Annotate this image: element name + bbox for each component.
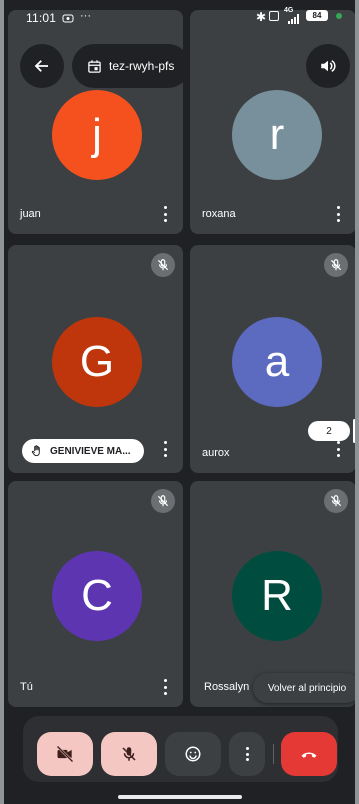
nfc-icon bbox=[269, 11, 279, 21]
participant-name: juan bbox=[20, 208, 41, 220]
speaker-button[interactable] bbox=[306, 44, 350, 88]
muted-mic-icon bbox=[324, 253, 348, 277]
avatar-self: C bbox=[52, 551, 142, 641]
avatar-genivieve: G bbox=[52, 317, 142, 407]
camera-off-icon bbox=[56, 745, 74, 763]
status-bar: 11:01 ··· ✱ 4G 84 bbox=[4, 0, 355, 30]
more-options-icon[interactable] bbox=[163, 441, 167, 457]
participant-name: Tú bbox=[20, 681, 33, 693]
more-options-icon[interactable] bbox=[336, 441, 340, 457]
call-controls-bar bbox=[23, 716, 338, 782]
participant-name: roxana bbox=[202, 208, 236, 220]
camera-toggle-button[interactable] bbox=[37, 732, 93, 776]
back-button[interactable] bbox=[20, 44, 64, 88]
avatar-rossalyn: R bbox=[232, 551, 322, 641]
more-options-icon[interactable] bbox=[163, 206, 167, 222]
more-options-button[interactable] bbox=[229, 732, 265, 776]
end-call-button[interactable] bbox=[281, 732, 337, 776]
arrow-left-icon bbox=[34, 60, 48, 72]
overflow-icon: ··· bbox=[80, 10, 91, 22]
hand-icon bbox=[30, 444, 44, 458]
calendar-icon bbox=[88, 59, 101, 73]
scrollbar[interactable] bbox=[353, 419, 355, 443]
volume-icon bbox=[321, 60, 336, 72]
bluetooth-icon: ✱ bbox=[256, 10, 267, 24]
home-indicator[interactable] bbox=[118, 795, 242, 799]
muted-mic-icon bbox=[151, 489, 175, 513]
control-divider bbox=[273, 744, 274, 764]
participant-name: aurox bbox=[202, 447, 230, 459]
meeting-code: tez-rwyh-pfs bbox=[109, 59, 175, 73]
scroll-badge: 2 bbox=[308, 421, 350, 441]
raised-hand-chip: GENIVIEVE MA... bbox=[22, 439, 144, 463]
avatar-roxana: r bbox=[232, 90, 322, 180]
avatar-juan: j bbox=[52, 90, 142, 180]
participant-tile-self[interactable]: C Tú bbox=[8, 481, 183, 707]
battery-indicator: 84 bbox=[306, 10, 328, 21]
participant-name: GENIVIEVE MA... bbox=[50, 445, 131, 457]
emoji-icon bbox=[185, 746, 201, 762]
avatar-aurox: a bbox=[232, 317, 322, 407]
meeting-info-pill[interactable]: tez-rwyh-pfs bbox=[72, 44, 190, 88]
meet-screen: j juan r roxana G GENIVIEVE MA... a auro… bbox=[4, 0, 355, 804]
privacy-dot-icon bbox=[336, 13, 342, 19]
mic-off-icon bbox=[122, 747, 136, 761]
participant-tile-genivieve[interactable]: G GENIVIEVE MA... bbox=[8, 245, 183, 473]
camera-status-icon bbox=[62, 12, 74, 26]
hang-up-icon bbox=[301, 752, 317, 758]
clock: 11:01 bbox=[26, 11, 57, 25]
muted-mic-icon bbox=[151, 253, 175, 277]
reactions-button[interactable] bbox=[165, 732, 221, 776]
mic-toggle-button[interactable] bbox=[101, 732, 157, 776]
more-vert-icon bbox=[245, 747, 249, 761]
signal-icon bbox=[288, 13, 302, 27]
muted-mic-icon bbox=[324, 489, 348, 513]
back-to-top-toast[interactable]: Volver al principio bbox=[253, 673, 355, 703]
more-options-icon[interactable] bbox=[336, 206, 340, 222]
toast-label: Volver al principio bbox=[267, 682, 347, 694]
more-options-icon[interactable] bbox=[163, 679, 167, 695]
participant-name: Rossalyn bbox=[204, 681, 250, 693]
